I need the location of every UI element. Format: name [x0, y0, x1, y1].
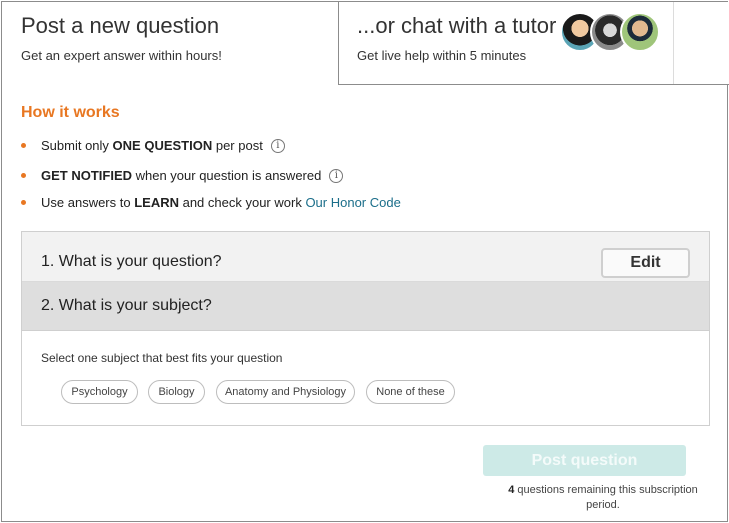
- info-icon[interactable]: i: [329, 168, 344, 183]
- how-it-works-item: Submit only ONE QUESTION per post i: [21, 138, 285, 154]
- bullet-dot: [21, 200, 26, 206]
- remaining-text: questions remaining this subscription pe…: [514, 484, 698, 511]
- post-question-button[interactable]: Post question: [483, 445, 686, 476]
- question-modal: Post a new question Get an expert answer…: [1, 1, 729, 522]
- tutor-avatar-3: [620, 12, 660, 52]
- step-subject-row: 2. What is your subject?: [22, 282, 709, 331]
- bullet-emphasis: GET NOTIFIED: [41, 168, 132, 183]
- step-question-row: 1. What is your question? Edit: [22, 232, 709, 282]
- tab-post-question[interactable]: Post a new question Get an expert answer…: [2, 2, 338, 84]
- subject-select-prompt: Select one subject that best fits your q…: [41, 351, 283, 365]
- tab-chat-tutor[interactable]: ...or chat with a tutor Get live help wi…: [338, 2, 729, 85]
- bullet-dot: [21, 143, 26, 149]
- bullet-text: when your question is answered: [132, 168, 322, 183]
- info-icon[interactable]: i: [270, 138, 285, 153]
- tab-divider: [673, 2, 674, 84]
- bullet-dot: [21, 173, 26, 179]
- subject-chip-none[interactable]: None of these: [366, 380, 455, 404]
- tab-chat-title: ...or chat with a tutor: [357, 13, 557, 38]
- questions-remaining: 4 questions remaining this subscription …: [506, 483, 700, 513]
- tab-post-subtitle: Get an expert answer within hours!: [21, 48, 222, 63]
- subject-chip-anatomy-physiology[interactable]: Anatomy and Physiology: [216, 380, 355, 404]
- how-it-works-item: Use answers to LEARN and check your work…: [21, 195, 401, 210]
- honor-code-link[interactable]: Our Honor Code: [305, 195, 400, 210]
- tab-post-title: Post a new question: [21, 13, 220, 38]
- bullet-text: and check your work: [178, 195, 306, 210]
- subject-chip-psychology[interactable]: Psychology: [61, 380, 138, 404]
- bullet-text: Use answers to: [41, 195, 135, 210]
- bullet-text: Submit only: [41, 138, 113, 153]
- step-question-title: 1. What is your question?: [41, 253, 222, 270]
- bullet-text: per post: [212, 138, 263, 153]
- tab-chat-subtitle: Get live help within 5 minutes: [357, 48, 527, 63]
- bullet-emphasis: ONE QUESTION: [112, 138, 213, 153]
- question-steps-panel: 1. What is your question? Edit 2. What i…: [21, 231, 710, 426]
- edit-question-button[interactable]: Edit: [601, 248, 690, 278]
- how-it-works-item: GET NOTIFIED when your question is answe…: [21, 168, 344, 184]
- how-it-works-heading: How it works: [21, 104, 120, 121]
- step-subject-title: 2. What is your subject?: [41, 297, 212, 314]
- tutor-avatars: [560, 12, 660, 54]
- bullet-emphasis: LEARN: [134, 195, 179, 210]
- subject-chip-biology[interactable]: Biology: [148, 380, 205, 404]
